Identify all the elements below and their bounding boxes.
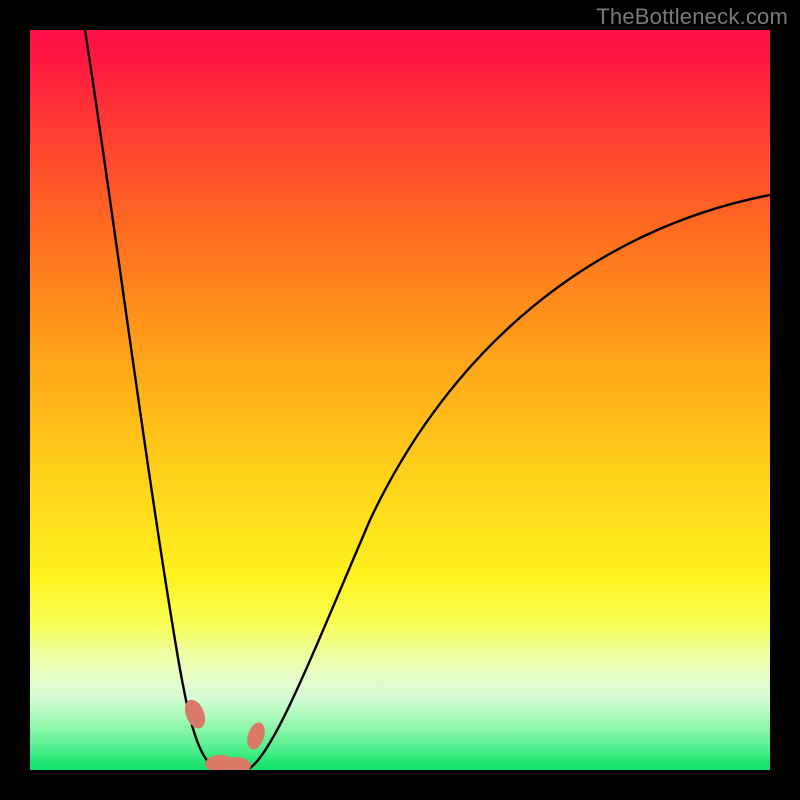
marker-4 — [244, 720, 268, 752]
watermark-text: TheBottleneck.com — [596, 4, 788, 30]
curve-right-branch — [250, 195, 770, 768]
curve-layer — [30, 30, 770, 770]
plot-area — [30, 30, 770, 770]
chart-stage: TheBottleneck.com — [0, 0, 800, 800]
curve-left-branch — [85, 30, 215, 768]
